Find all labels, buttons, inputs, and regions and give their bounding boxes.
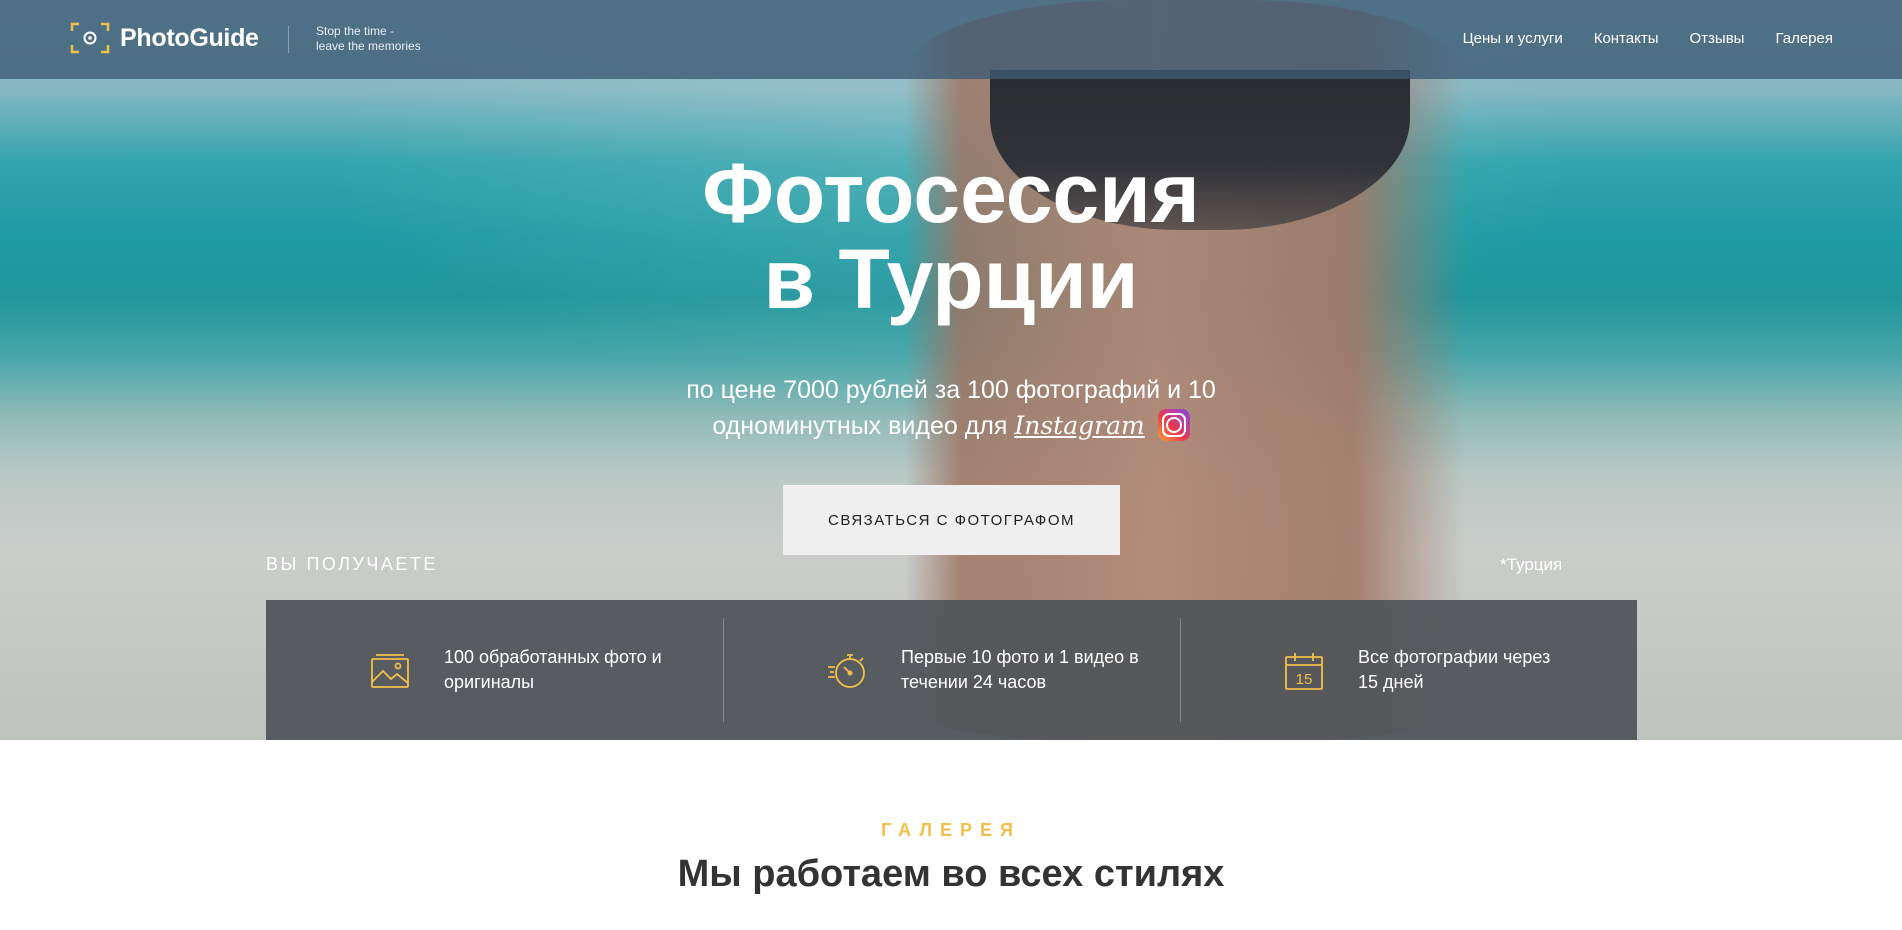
feature-item: Первые 10 фото и 1 видео в течении 24 ча… (723, 600, 1180, 740)
gallery-title: Мы работаем во всех стилях (677, 853, 1225, 895)
logo[interactable]: PhotoGuide (70, 22, 259, 54)
calendar-icon: 15 (1283, 650, 1325, 692)
nav-contacts[interactable]: Контакты (1594, 30, 1659, 47)
camera-focus-icon (70, 22, 110, 54)
hero-title: Фотосессия в Турции (702, 146, 1200, 326)
logo-text: PhotoGuide (120, 23, 259, 52)
features-bar: 100 обработанных фото и оригиналы Первые… (266, 600, 1637, 740)
image-icon (369, 650, 411, 692)
nav-reviews[interactable]: Отзывы (1690, 30, 1745, 47)
feature-item: 15 Все фотографии через 15 дней (1180, 600, 1637, 740)
you-get-heading: ВЫ ПОЛУЧАЕТЕ (266, 554, 438, 574)
svg-text:15: 15 (1296, 671, 1313, 688)
instagram-icon (1157, 409, 1190, 441)
nav-prices[interactable]: Цены и услуги (1463, 30, 1563, 47)
site-header: PhotoGuide Stop the time - leave the mem… (0, 0, 1902, 79)
header-divider (288, 26, 289, 53)
hero-subtitle: по цене 7000 рублей за 100 фотографий и … (686, 376, 1216, 441)
instagram-link[interactable]: Instagram (1014, 411, 1144, 440)
stopwatch-icon (826, 650, 868, 692)
main-nav: Цены и услуги Контакты Отзывы Галерея (1463, 30, 1833, 47)
tagline: Stop the time - leave the memories (316, 24, 421, 53)
contact-photographer-button[interactable]: СВЯЗАТЬСЯ С ФОТОГРАФОМ (783, 485, 1120, 555)
gallery-label: ГАЛЕРЕЯ (881, 820, 1021, 840)
region-note: *Турция (1500, 555, 1563, 574)
nav-gallery[interactable]: Галерея (1775, 30, 1833, 47)
feature-item: 100 обработанных фото и оригиналы (266, 600, 723, 740)
